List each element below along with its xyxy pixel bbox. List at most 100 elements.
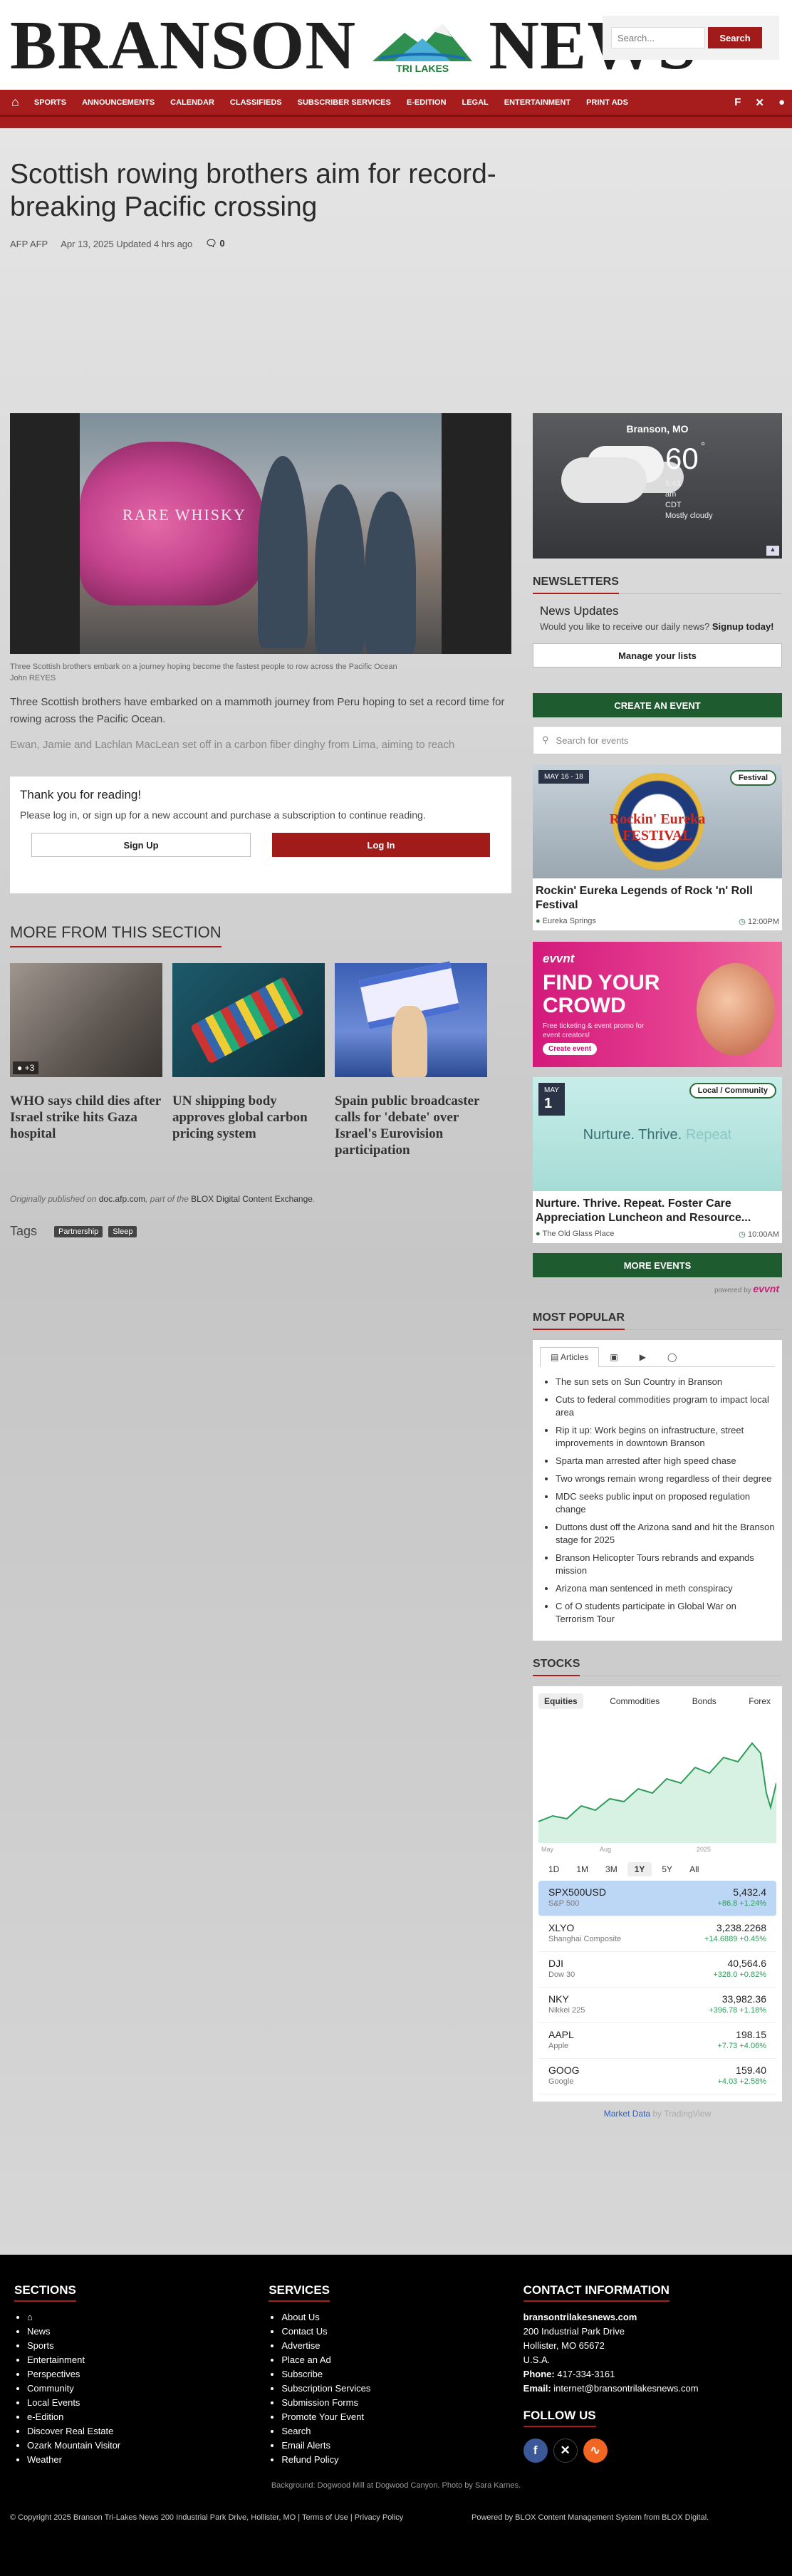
nav-item-announcements[interactable]: Announcements (74, 89, 162, 116)
tab-forex[interactable]: Forex (743, 1693, 776, 1709)
contact-email[interactable]: internet@bransontrilakesnews.com (553, 2383, 698, 2394)
footer-link[interactable]: About Us (281, 2310, 523, 2325)
nav-item-classifieds[interactable]: Classifieds (222, 89, 290, 116)
weather-widget[interactable]: Branson, MO 60 ° 5:43 am CDT Mostly clou… (533, 413, 782, 559)
site-search-input[interactable] (611, 27, 705, 48)
footer-link[interactable]: Entertainment (27, 2353, 269, 2367)
manage-lists-button[interactable]: Manage your lists (533, 643, 782, 668)
origin-site-link[interactable]: doc.afp.com (99, 1194, 145, 1204)
rss-icon[interactable]: ∿ (583, 2439, 608, 2463)
more-card[interactable]: UN shipping body approves global carbon … (172, 963, 325, 1158)
stock-quote-row[interactable]: SPX500USD S&P 500 5,432.4 +86.8 +1.24% (538, 1881, 776, 1916)
tab-bonds[interactable]: Bonds (687, 1693, 722, 1709)
list-item[interactable]: C of O students participate in Global Wa… (556, 1600, 775, 1626)
event-card[interactable]: Nurture. Thrive. Repeat MAY 1 Local / Com… (533, 1077, 782, 1243)
range-3m[interactable]: 3M (598, 1862, 625, 1876)
footer-link[interactable]: Subscribe (281, 2367, 523, 2382)
stock-quote-row[interactable]: XLYO Shanghai Composite 3,238.2268 +14.688… (538, 1916, 776, 1952)
event-card[interactable]: Rockin' Eureka FESTIVAL MAY 16 - 18 Fest… (533, 764, 782, 930)
footer-link[interactable]: Weather (27, 2453, 269, 2467)
nav-item-entertainment[interactable]: Entertainment (496, 89, 578, 116)
list-item[interactable]: Sparta man arrested after high speed cha… (556, 1455, 775, 1468)
site-logo[interactable]: BRANSON TRI LAKES NEWS (10, 10, 697, 81)
nav-home-icon[interactable]: ⌂ (4, 89, 26, 116)
contact-site[interactable]: bransontrilakesnews.com (523, 2312, 637, 2322)
event-title[interactable]: Rockin' Eureka Legends of Rock 'n' Roll … (533, 878, 782, 913)
more-card-image[interactable]: ● +3 (10, 963, 162, 1077)
more-events-button[interactable]: More events (533, 1253, 782, 1277)
footer-link[interactable]: Place an Ad (281, 2353, 523, 2367)
footer-home-icon[interactable]: ⌂ (27, 2310, 269, 2325)
footer-link[interactable]: Discover Real Estate (27, 2424, 269, 2439)
article-photo[interactable]: RARE WHISKY (10, 413, 511, 654)
origin-exchange-link[interactable]: BLOX Digital Content Exchange (191, 1194, 313, 1204)
market-data-link[interactable]: Market Data (604, 2109, 650, 2119)
list-item[interactable]: MDC seeks public input on proposed regul… (556, 1490, 775, 1516)
footer-link[interactable]: Perspectives (27, 2367, 269, 2382)
user-account-icon[interactable]: ● (771, 89, 792, 116)
stock-quote-row[interactable]: DJI Dow 30 40,564.6 +328.0 +0.82% (538, 1952, 776, 1988)
range-all[interactable]: All (682, 1862, 706, 1876)
footer-link[interactable]: Refund Policy (281, 2453, 523, 2467)
x-icon[interactable]: ✕ (553, 2439, 578, 2463)
list-item[interactable]: Cuts to federal commodities program to i… (556, 1393, 775, 1419)
range-1d[interactable]: 1D (541, 1862, 566, 1876)
more-card-title[interactable]: UN shipping body approves global carbon … (172, 1093, 325, 1142)
more-card[interactable]: ● +3 WHO says child dies after Israel st… (10, 963, 162, 1158)
nav-item-sports[interactable]: Sports (26, 89, 74, 116)
stock-quote-row[interactable]: AAPL Apple 198.15 +7.73 +4.06% (538, 2023, 776, 2059)
tab-images-icon[interactable]: ▣ (599, 1347, 628, 1366)
evvnt-brand-link[interactable]: evvnt (753, 1283, 779, 1294)
footer-link[interactable]: Ozark Mountain Visitor (27, 2439, 269, 2453)
facebook-icon[interactable]: f (727, 89, 748, 116)
stock-quote-row[interactable]: GOOG Google 159.40 +4.03 +2.58% (538, 2059, 776, 2094)
range-1y[interactable]: 1Y (627, 1862, 652, 1876)
nav-item-print-ads[interactable]: Print Ads (578, 89, 636, 116)
footer-link[interactable]: Promote Your Event (281, 2410, 523, 2424)
nav-item-e-edition[interactable]: E-Edition (399, 89, 454, 116)
tag-link[interactable]: Sleep (108, 1225, 137, 1237)
more-card[interactable]: Spain public broadcaster calls for 'deba… (335, 961, 487, 1158)
footer-link[interactable]: Submission Forms (281, 2396, 523, 2410)
list-item[interactable]: Rip it up: Work begins on infrastructure… (556, 1424, 775, 1450)
more-card-image[interactable] (335, 961, 487, 1077)
more-card-title[interactable]: Spain public broadcaster calls for 'deba… (335, 1093, 487, 1158)
footer-link[interactable]: e-Edition (27, 2410, 269, 2424)
list-item[interactable]: Two wrongs remain wrong regardless of th… (556, 1473, 775, 1485)
event-search-input[interactable]: Search for events (556, 735, 629, 746)
nav-item-calendar[interactable]: Calendar (162, 89, 222, 116)
newsletter-signup-link[interactable]: Signup today! (712, 621, 774, 632)
list-item[interactable]: Branson Helicopter Tours rebrands and ex… (556, 1552, 775, 1577)
create-event-button[interactable]: Create an event (533, 693, 782, 717)
event-image[interactable]: Rockin' Eureka FESTIVAL MAY 16 - 18 Fest… (533, 764, 782, 878)
range-5y[interactable]: 5Y (655, 1862, 679, 1876)
tab-commodities[interactable]: Commodities (604, 1693, 665, 1709)
log-in-button[interactable]: Log In (272, 833, 490, 857)
weather-menu-icon[interactable]: ▲ (766, 546, 779, 556)
range-1m[interactable]: 1M (569, 1862, 595, 1876)
nav-item-subscriber-services[interactable]: Subscriber Services (290, 89, 399, 116)
footer-link[interactable]: Subscription Services (281, 2382, 523, 2396)
footer-link[interactable]: Local Events (27, 2396, 269, 2410)
event-title[interactable]: Nurture. Thrive. Repeat. Foster Care App… (533, 1191, 782, 1225)
site-search-button[interactable]: Search (708, 27, 762, 48)
contact-phone[interactable]: 417-334-3161 (557, 2369, 615, 2379)
comments-count[interactable]: 🗨 0 (205, 238, 224, 249)
footer-link[interactable]: Advertise (281, 2339, 523, 2353)
ad-create-event-button[interactable]: Create event (543, 1043, 598, 1055)
footer-link[interactable]: Community (27, 2382, 269, 2396)
nav-item-legal[interactable]: Legal (454, 89, 496, 116)
more-card-image[interactable] (172, 963, 325, 1077)
footer-link[interactable]: Search (281, 2424, 523, 2439)
more-card-title[interactable]: WHO says child dies after Israel strike … (10, 1093, 162, 1142)
tab-videos-icon[interactable]: ▶ (629, 1347, 657, 1366)
list-item[interactable]: Duttons dust off the Arizona sand and hi… (556, 1521, 775, 1547)
footer-link[interactable]: Email Alerts (281, 2439, 523, 2453)
sign-up-button[interactable]: Sign Up (31, 833, 251, 857)
tab-articles[interactable]: ▤ Articles (540, 1347, 600, 1367)
stock-quote-row[interactable]: NKY Nikkei 225 33,982.36 +396.78 +1.18% (538, 1988, 776, 2023)
tag-link[interactable]: Partnership (54, 1225, 103, 1237)
footer-link[interactable]: News (27, 2325, 269, 2339)
list-item[interactable]: The sun sets on Sun Country in Branson (556, 1376, 775, 1388)
facebook-icon[interactable]: f (523, 2439, 548, 2463)
